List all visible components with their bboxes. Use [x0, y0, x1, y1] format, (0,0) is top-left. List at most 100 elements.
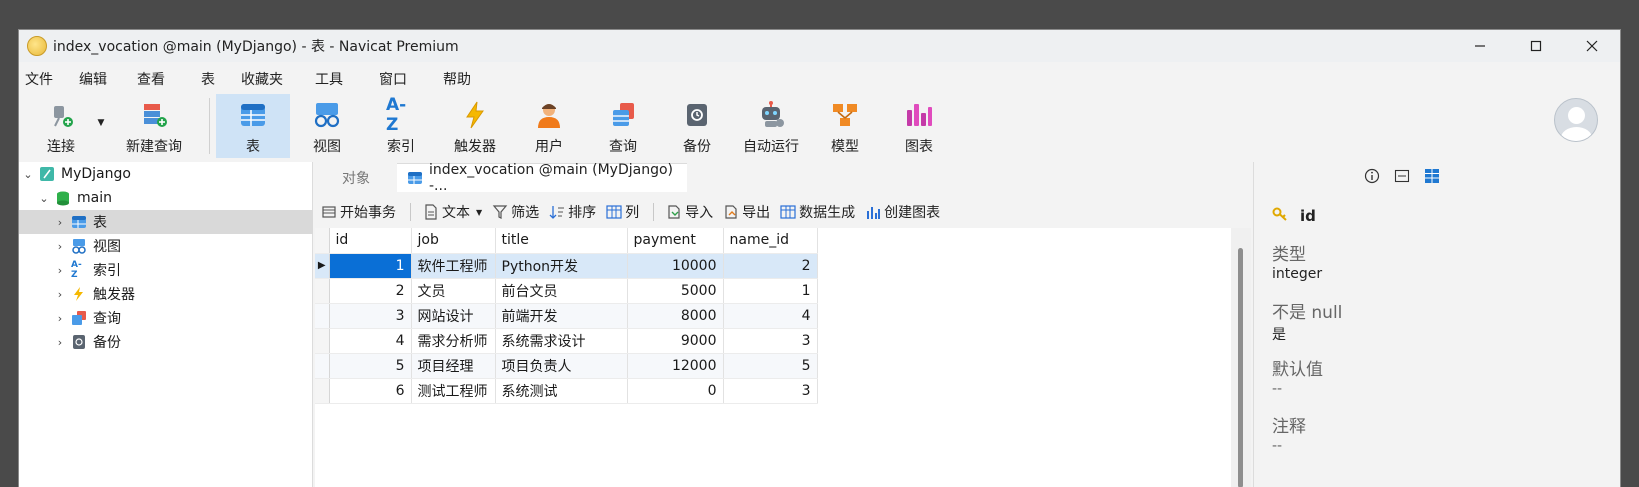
cell-name-id[interactable]: 3 — [723, 328, 818, 354]
cell-payment[interactable]: 10000 — [627, 253, 724, 279]
cell-id[interactable]: 5 — [329, 353, 412, 379]
row-header[interactable] — [315, 353, 330, 379]
cell-payment[interactable]: 8000 — [627, 303, 724, 329]
tree-item-tables[interactable]: › 表 — [19, 210, 313, 234]
cell-id[interactable]: 3 — [329, 303, 412, 329]
chevron-right-icon[interactable]: › — [53, 312, 67, 325]
cell-name-id[interactable]: 5 — [723, 353, 818, 379]
data-grid[interactable]: id job title payment name_id ▶ 1 软件工程师 P… — [315, 228, 1231, 487]
cell-payment[interactable]: 9000 — [627, 328, 724, 354]
begin-transaction-button[interactable]: 开始事务 — [321, 202, 396, 222]
cell-payment[interactable]: 5000 — [627, 278, 724, 304]
menu-file[interactable]: 文件 — [19, 69, 65, 89]
tree-connection-mydjango[interactable]: ⌄ MyDjango — [19, 162, 313, 186]
cell-title[interactable]: 系统需求设计 — [495, 328, 628, 354]
tab-table-data[interactable]: index_vocation @main (MyDjango) -... — [397, 162, 687, 194]
chevron-right-icon[interactable]: › — [53, 264, 67, 277]
cell-title[interactable]: 前端开发 — [495, 303, 628, 329]
chevron-down-icon[interactable]: ⌄ — [37, 192, 51, 205]
minimize-button[interactable] — [1452, 30, 1508, 62]
close-button[interactable] — [1564, 30, 1620, 62]
chevron-right-icon[interactable]: › — [53, 216, 67, 229]
auto-run-tool-button[interactable]: 自动运行 — [734, 94, 808, 158]
table-row[interactable]: 3 网站设计 前端开发 8000 4 — [315, 303, 818, 329]
cell-id[interactable]: 6 — [329, 378, 412, 404]
menu-view[interactable]: 查看 — [123, 69, 187, 89]
cell-job[interactable]: 文员 — [411, 278, 496, 304]
chevron-right-icon[interactable]: › — [53, 240, 67, 253]
column-header-job[interactable]: job — [411, 228, 496, 254]
table-row[interactable]: 5 项目经理 项目负责人 12000 5 — [315, 353, 818, 379]
row-header[interactable] — [315, 328, 330, 354]
columns-button[interactable]: 列 — [606, 202, 639, 222]
field-grid-icon[interactable] — [1424, 168, 1440, 184]
column-header-payment[interactable]: payment — [627, 228, 724, 254]
cell-job[interactable]: 软件工程师 — [411, 253, 496, 279]
model-tool-button[interactable]: 模型 — [808, 94, 882, 158]
create-chart-button[interactable]: 创建图表 — [865, 202, 940, 222]
ddl-icon[interactable] — [1394, 168, 1410, 184]
tree-database-main[interactable]: ⌄ main — [19, 186, 313, 210]
table-row[interactable]: ▶ 1 软件工程师 Python开发 10000 2 — [315, 253, 818, 279]
menu-favorites[interactable]: 收藏夹 — [227, 69, 301, 89]
cell-name-id[interactable]: 4 — [723, 303, 818, 329]
tree-item-indexes[interactable]: › A-Z 索引 — [19, 258, 313, 282]
sort-button[interactable]: 排序 — [549, 202, 596, 222]
user-avatar[interactable] — [1554, 98, 1598, 142]
menu-help[interactable]: 帮助 — [429, 69, 489, 89]
chevron-down-icon[interactable]: ⌄ — [21, 168, 35, 181]
row-header[interactable] — [315, 378, 330, 404]
tree-item-triggers[interactable]: › 触发器 — [19, 282, 313, 306]
cell-job[interactable]: 测试工程师 — [411, 378, 496, 404]
cell-name-id[interactable]: 1 — [723, 278, 818, 304]
tree-item-queries[interactable]: › 查询 — [19, 306, 313, 330]
row-header[interactable] — [315, 303, 330, 329]
menu-window[interactable]: 窗口 — [365, 69, 429, 89]
cell-title[interactable]: Python开发 — [495, 253, 628, 279]
chevron-right-icon[interactable]: › — [53, 288, 67, 301]
view-tool-button[interactable]: 视图 — [290, 94, 364, 158]
trigger-tool-button[interactable]: 触发器 — [438, 94, 512, 158]
new-query-button[interactable]: 新建查询 — [107, 94, 201, 158]
column-header-id[interactable]: id — [329, 228, 412, 254]
data-generation-button[interactable]: 数据生成 — [780, 202, 855, 222]
column-header-title[interactable]: title — [495, 228, 628, 254]
table-row[interactable]: 2 文员 前台文员 5000 1 — [315, 278, 818, 304]
row-header[interactable] — [315, 278, 330, 304]
cell-name-id[interactable]: 2 — [723, 253, 818, 279]
chevron-right-icon[interactable]: › — [53, 336, 67, 349]
import-button[interactable]: 导入 — [666, 202, 713, 222]
cell-title[interactable]: 项目负责人 — [495, 353, 628, 379]
cell-id[interactable]: 4 — [329, 328, 412, 354]
chart-tool-button[interactable]: 图表 — [882, 94, 956, 158]
connect-dropdown[interactable]: ▼ — [95, 94, 107, 158]
vertical-scrollbar[interactable] — [1231, 228, 1251, 487]
menu-table[interactable]: 表 — [187, 69, 227, 89]
table-tool-button[interactable]: 表 — [216, 94, 290, 158]
export-button[interactable]: 导出 — [723, 202, 770, 222]
cell-title[interactable]: 系统测试 — [495, 378, 628, 404]
scrollbar-thumb[interactable] — [1238, 248, 1243, 487]
index-tool-button[interactable]: A-Z 索引 — [364, 94, 438, 158]
cell-job[interactable]: 需求分析师 — [411, 328, 496, 354]
tree-item-views[interactable]: › 视图 — [19, 234, 313, 258]
table-row[interactable]: 4 需求分析师 系统需求设计 9000 3 — [315, 328, 818, 354]
info-icon[interactable] — [1364, 168, 1380, 184]
cell-id[interactable]: 2 — [329, 278, 412, 304]
user-tool-button[interactable]: 用户 — [512, 94, 586, 158]
tree-item-backups[interactable]: › 备份 — [19, 330, 313, 354]
menu-tools[interactable]: 工具 — [301, 69, 365, 89]
maximize-button[interactable] — [1508, 30, 1564, 62]
cell-payment[interactable]: 0 — [627, 378, 724, 404]
backup-tool-button[interactable]: 备份 — [660, 94, 734, 158]
connect-button[interactable]: 连接 — [27, 94, 95, 158]
cell-title[interactable]: 前台文员 — [495, 278, 628, 304]
cell-name-id[interactable]: 3 — [723, 378, 818, 404]
cell-job[interactable]: 网站设计 — [411, 303, 496, 329]
menu-edit[interactable]: 编辑 — [65, 69, 123, 89]
cell-id[interactable]: 1 — [329, 253, 412, 279]
query-tool-button[interactable]: 查询 — [586, 94, 660, 158]
text-view-button[interactable]: 文本 ▼ — [423, 202, 482, 222]
cell-payment[interactable]: 12000 — [627, 353, 724, 379]
column-header-name-id[interactable]: name_id — [723, 228, 818, 254]
